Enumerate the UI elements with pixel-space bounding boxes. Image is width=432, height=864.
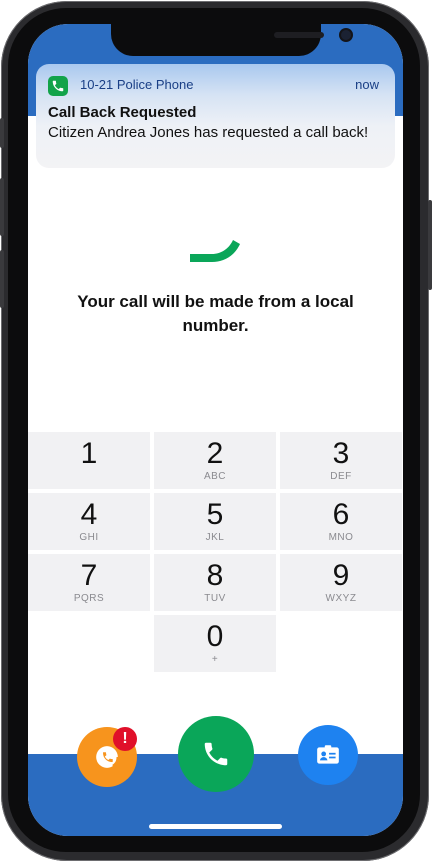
screen: 10-21 Police Phone now Call Back Request… <box>28 24 403 836</box>
key-3[interactable]: 3 DEF <box>280 432 402 489</box>
front-camera <box>341 30 351 40</box>
key-4[interactable]: 4 GHI <box>28 493 150 550</box>
key-digit: 6 <box>332 498 350 531</box>
volume-down-button <box>0 250 4 308</box>
key-letters: TUV <box>204 593 226 604</box>
local-number-message: Your call will be made from a local numb… <box>77 292 354 335</box>
key-digit: 8 <box>206 559 224 592</box>
home-indicator[interactable] <box>149 824 282 829</box>
notification-body: Citizen Andrea Jones has requested a cal… <box>48 124 369 141</box>
call-button[interactable] <box>178 716 254 792</box>
alert-badge: ! <box>113 727 137 751</box>
volume-up-button <box>0 178 4 236</box>
key-letters: PQRS <box>73 593 105 604</box>
phone-icon <box>48 76 68 96</box>
phone-handset-icon <box>190 240 240 262</box>
key-0[interactable]: 0 + <box>154 615 276 672</box>
notification-title: Call Back Requested <box>48 104 197 121</box>
key-letters: MNO <box>328 532 354 543</box>
key-2[interactable]: 2 ABC <box>154 432 276 489</box>
key-digit: 0 <box>206 620 224 653</box>
key-1[interactable]: 1 <box>28 432 150 489</box>
key-letters: WXYZ <box>325 593 357 604</box>
key-digit: 7 <box>80 559 98 592</box>
key-letters: JKL <box>205 532 225 543</box>
key-digit: 9 <box>332 559 350 592</box>
key-6[interactable]: 6 MNO <box>280 493 402 550</box>
notification-time: now <box>355 77 379 92</box>
key-digit: 5 <box>206 498 224 531</box>
notification-banner[interactable]: 10-21 Police Phone now Call Back Request… <box>36 64 395 168</box>
key-8[interactable]: 8 TUV <box>154 554 276 611</box>
key-letters: DEF <box>330 471 352 482</box>
notification-app-name: 10-21 Police Phone <box>80 77 194 92</box>
key-letters: GHI <box>79 532 99 543</box>
key-digit: 1 <box>80 437 98 470</box>
notch <box>111 24 351 56</box>
key-digit: 3 <box>332 437 350 470</box>
key-9[interactable]: 9 WXYZ <box>280 554 402 611</box>
phone-icon <box>204 742 228 766</box>
contact-card-icon <box>317 745 339 764</box>
key-7[interactable]: 7 PQRS <box>28 554 150 611</box>
mute-switch <box>0 118 4 148</box>
side-button <box>428 200 432 290</box>
key-digit: 2 <box>206 437 224 470</box>
speaker <box>274 32 324 38</box>
key-letters: + <box>211 654 219 665</box>
key-letters: ABC <box>203 471 227 482</box>
contacts-button[interactable] <box>298 725 358 785</box>
key-digit: 4 <box>80 498 98 531</box>
key-5[interactable]: 5 JKL <box>154 493 276 550</box>
